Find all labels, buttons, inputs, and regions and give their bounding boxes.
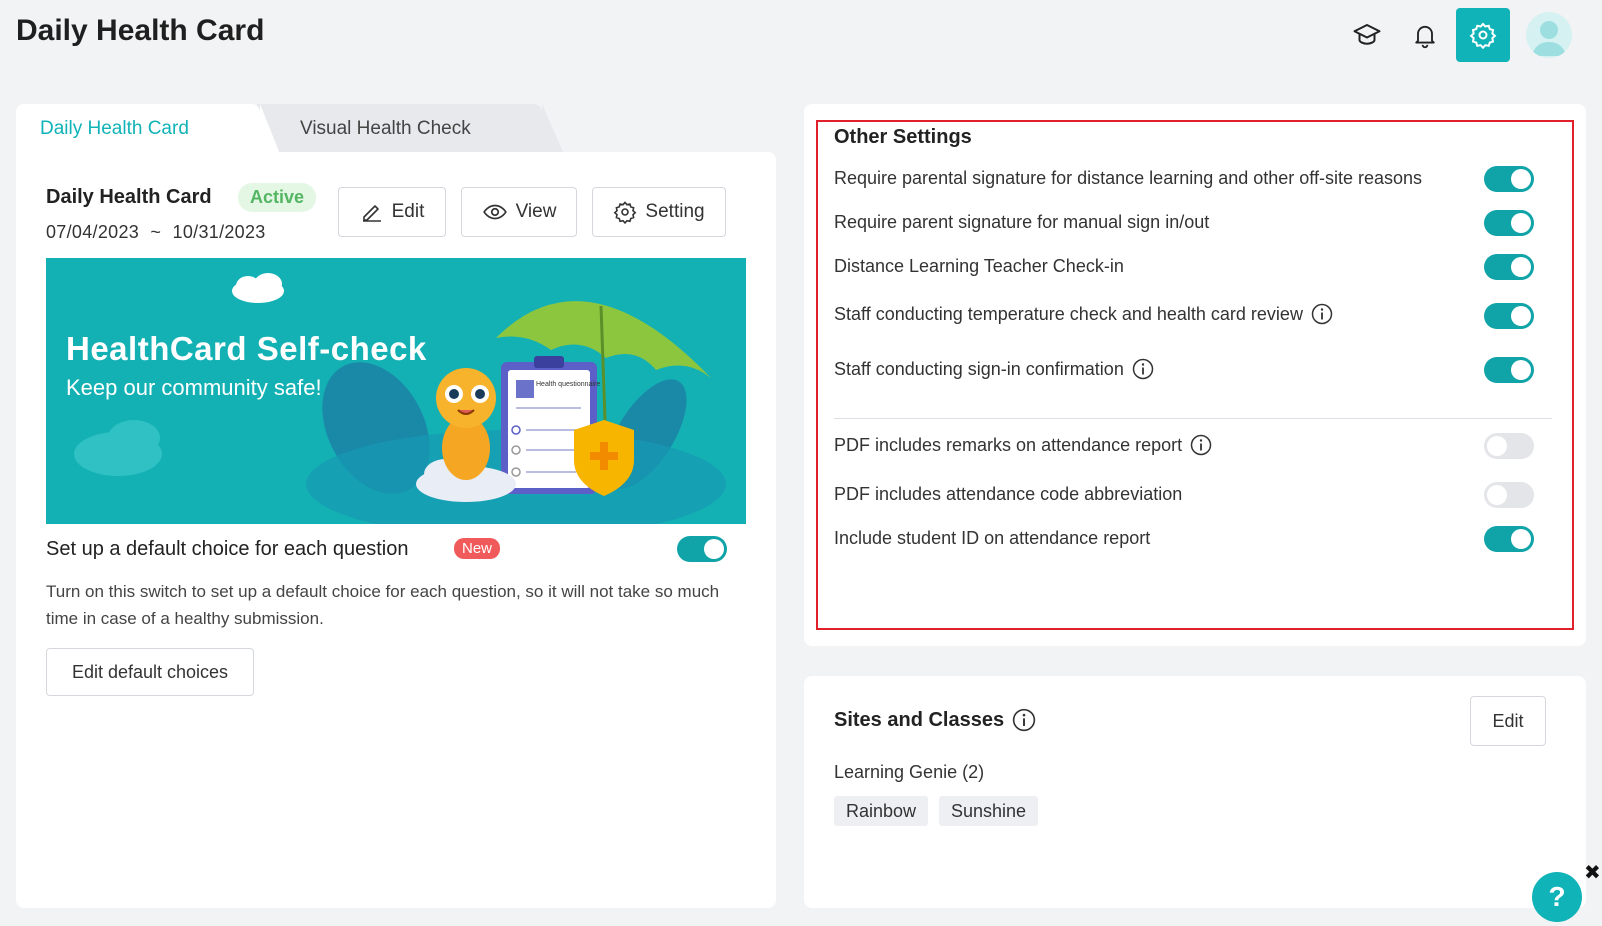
setting-row-label: PDF includes remarks on attendance repor… — [834, 434, 1212, 456]
banner-subtitle: Keep our community safe! — [66, 375, 322, 400]
view-button[interactable]: View — [461, 187, 577, 237]
default-choice-title: Set up a default choice for each questio… — [46, 538, 409, 560]
distance-learning-checkin-toggle[interactable] — [1484, 254, 1534, 280]
date-end: 10/31/2023 — [172, 222, 266, 242]
divider — [834, 418, 1552, 419]
help-button[interactable]: ? — [1532, 872, 1582, 922]
setting-label-text: Staff conducting temperature check and h… — [834, 303, 1303, 324]
default-choice-description: Turn on this switch to set up a default … — [46, 582, 720, 628]
class-chip-rainbow: Rainbow — [834, 796, 929, 826]
sites-title: Sites and Classes — [834, 708, 1036, 732]
healthcard-banner: Health questionnaire HealthCard Self-che… — [46, 258, 746, 524]
view-button-label: View — [515, 201, 557, 222]
page-title: Daily Health Card — [16, 14, 265, 47]
card-title: Daily Health Card — [46, 186, 212, 208]
status-badge: Active — [238, 183, 317, 212]
student-id-toggle[interactable] — [1484, 526, 1534, 552]
setting-row-label: Include student ID on attendance report — [834, 528, 1150, 549]
other-settings-title: Other Settings — [834, 126, 972, 148]
site-name: Learning Genie (2) — [834, 762, 985, 782]
user-avatar[interactable] — [1526, 12, 1572, 58]
other-settings-panel: Other Settings Require parental signatur… — [804, 104, 1586, 646]
edit-sites-button[interactable]: Edit — [1470, 696, 1546, 746]
top-toolbar — [1336, 8, 1572, 62]
date-separator: ~ — [150, 222, 162, 242]
gear-icon — [614, 201, 637, 224]
setting-row-label: Require parental signature for distance … — [834, 168, 1422, 189]
info-icon[interactable] — [1132, 358, 1154, 380]
setting-row-label: PDF includes attendance code abbreviatio… — [834, 484, 1182, 505]
setting-button[interactable]: Setting — [592, 187, 726, 237]
setting-button-label: Setting — [645, 201, 705, 222]
help-close-icon[interactable]: ✖ — [1584, 860, 1601, 885]
pdf-remarks-toggle[interactable] — [1484, 433, 1534, 459]
new-badge: New — [454, 538, 501, 559]
health-card-panel: Daily Health Card Active 07/04/2023 ~ 10… — [16, 152, 776, 908]
bell-icon[interactable] — [1398, 8, 1452, 62]
setting-label-text: Require parent signature for manual sign… — [834, 212, 1210, 232]
setting-label-text: Staff conducting sign-in confirmation — [834, 358, 1124, 379]
parental-signature-toggle[interactable] — [1484, 166, 1534, 192]
sites-classes-panel: Sites and Classes Edit Learning Genie (2… — [804, 676, 1586, 908]
sites-title-text: Sites and Classes — [834, 708, 1005, 731]
edit-default-choices-button[interactable]: Edit default choices — [46, 648, 254, 696]
edit-button[interactable]: Edit — [338, 187, 446, 237]
setting-row-label: Distance Learning Teacher Check-in — [834, 256, 1124, 277]
tab-visual-health-check[interactable]: Visual Health Check — [252, 104, 564, 154]
setting-label-text: PDF includes remarks on attendance repor… — [834, 434, 1183, 455]
parent-signature-manual-toggle[interactable] — [1484, 210, 1534, 236]
temperature-check-toggle[interactable] — [1484, 303, 1534, 329]
setting-row-label: Require parent signature for manual sign… — [834, 212, 1209, 233]
default-choice-toggle[interactable] — [677, 536, 727, 562]
tab-daily-health-card[interactable]: Daily Health Card — [16, 104, 280, 154]
setting-row-label: Staff conducting sign-in confirmation — [834, 358, 1154, 380]
setting-label-text: PDF includes attendance code abbreviatio… — [834, 484, 1183, 504]
setting-row-label: Staff conducting temperature check and h… — [834, 303, 1333, 325]
eye-icon — [482, 204, 507, 220]
banner-title: HealthCard Self-check — [66, 330, 427, 367]
date-range: 07/04/2023 ~ 10/31/2023 — [46, 222, 266, 243]
info-icon[interactable] — [1012, 708, 1036, 732]
setting-label-text: Require parental signature for distance … — [834, 168, 1423, 188]
graduation-cap-icon[interactable] — [1340, 8, 1394, 62]
setting-label-text: Distance Learning Teacher Check-in — [834, 256, 1124, 276]
info-icon[interactable] — [1190, 434, 1212, 456]
clipboard-text: Health questionnaire — [536, 381, 600, 388]
pencil-icon — [362, 205, 381, 222]
class-chip-sunshine: Sunshine — [939, 796, 1039, 826]
setting-label-text: Include student ID on attendance report — [834, 528, 1151, 548]
edit-button-label: Edit — [391, 201, 425, 222]
tab-bar: Visual Health Check Daily Health Card — [16, 104, 776, 154]
gear-icon[interactable] — [1456, 8, 1510, 62]
sign-in-confirmation-toggle[interactable] — [1484, 357, 1534, 383]
info-icon[interactable] — [1311, 303, 1333, 325]
pdf-code-abbreviation-toggle[interactable] — [1484, 482, 1534, 508]
date-start: 07/04/2023 — [46, 222, 140, 242]
